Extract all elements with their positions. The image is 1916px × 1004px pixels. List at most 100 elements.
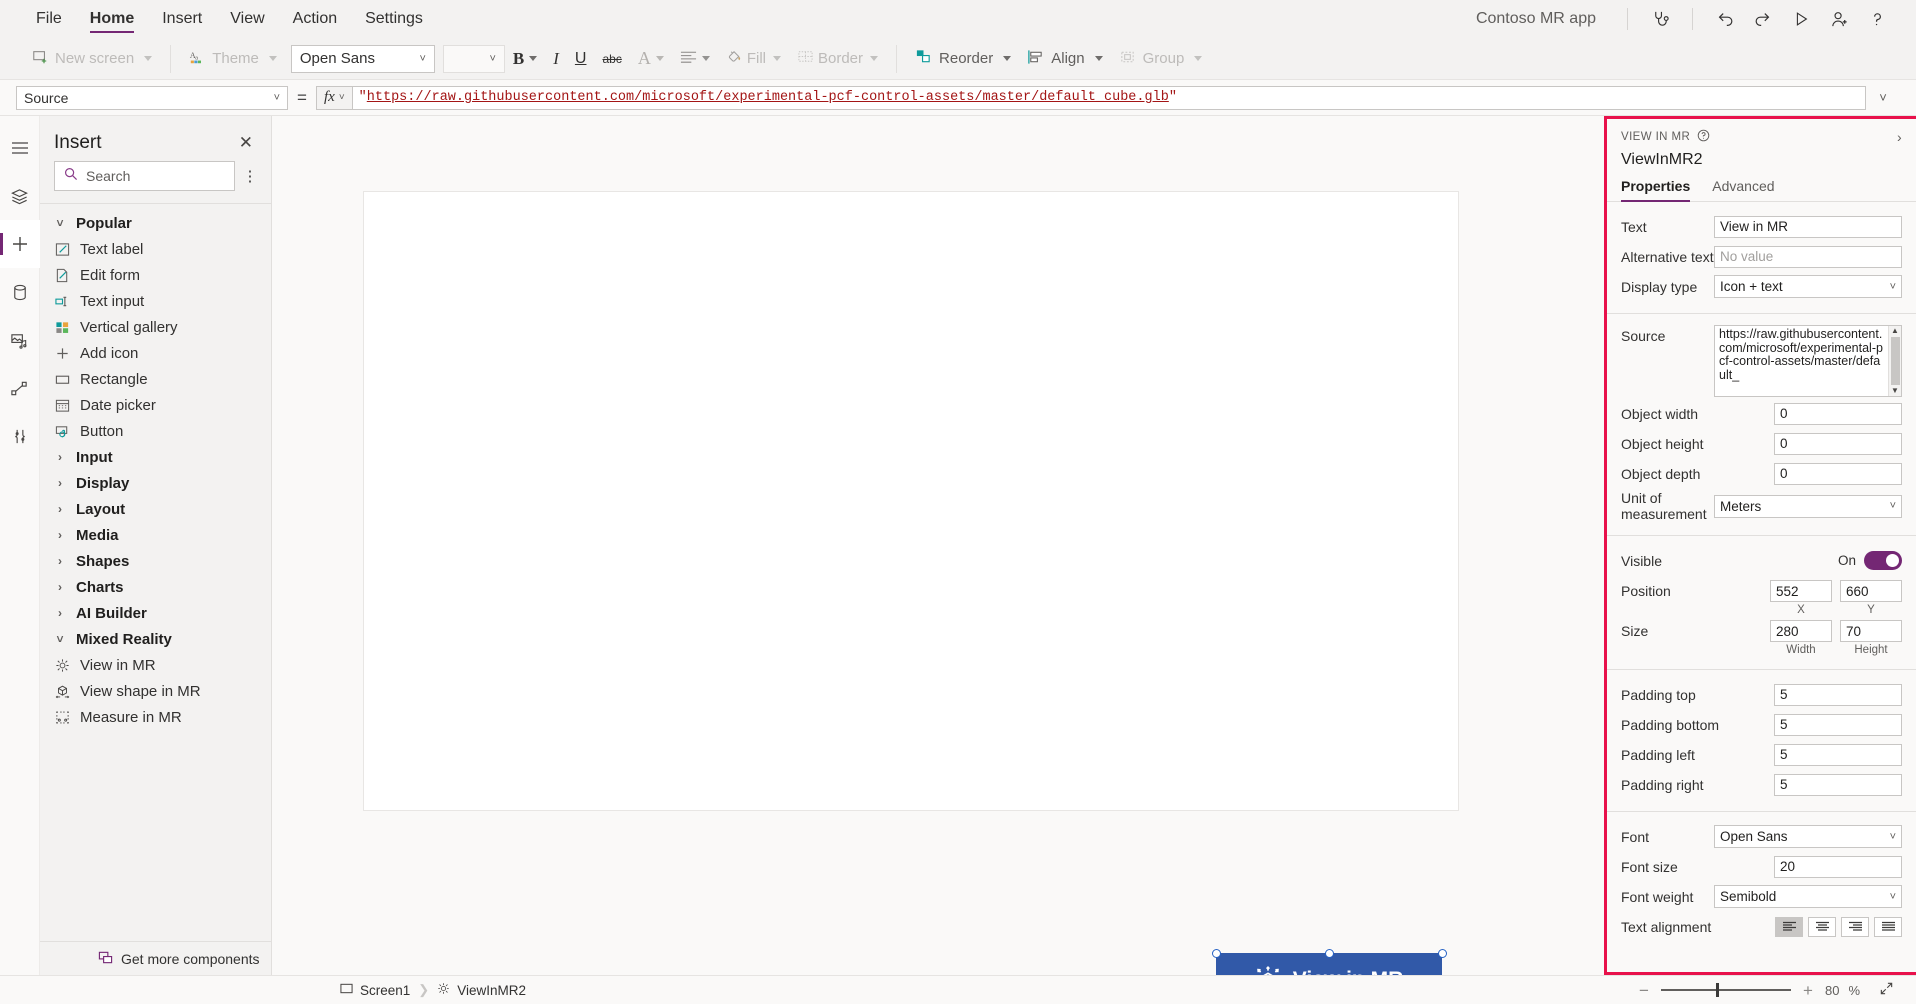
menu-item-insert[interactable]: Insert — [148, 0, 216, 38]
position-x-field[interactable]: 552 — [1770, 580, 1832, 602]
object-width-field[interactable]: 0 — [1774, 402, 1902, 425]
new-screen-button[interactable]: New screen — [24, 44, 160, 74]
power-automate-icon[interactable] — [0, 364, 40, 412]
insert-group-media[interactable]: › Media — [40, 522, 271, 548]
canvas-area[interactable]: View in MR — [272, 116, 1604, 975]
font-family-select[interactable]: Open Sans ˅ — [290, 44, 435, 73]
resize-handle-n[interactable] — [1325, 949, 1334, 958]
insert-group-ai-builder[interactable]: › AI Builder — [40, 600, 271, 626]
font-size-field[interactable]: 20 — [1774, 855, 1902, 878]
strikethrough-button[interactable]: abc — [594, 44, 629, 74]
insert-item-measure-in-mr[interactable]: Measure in MR — [40, 704, 271, 730]
text-align-button[interactable] — [672, 44, 718, 74]
zoom-out-button[interactable]: − — [1636, 982, 1652, 999]
get-more-components-button[interactable]: Get more components — [40, 941, 271, 975]
padding-right-field[interactable]: 5 — [1774, 773, 1902, 796]
source-textarea[interactable]: https://raw.githubusercontent.com/micros… — [1714, 325, 1902, 397]
zoom-in-button[interactable]: + — [1800, 982, 1816, 999]
insert-group-shapes[interactable]: › Shapes — [40, 548, 271, 574]
alternative-text-field[interactable]: No value — [1714, 245, 1902, 268]
font-select[interactable]: Open Sans ˅ — [1714, 825, 1902, 848]
more-options-icon[interactable]: ⋮ — [239, 169, 261, 184]
app-screen[interactable]: View in MR — [364, 192, 1458, 975]
insert-item-view-shape-in-mr[interactable]: View shape in MR — [40, 678, 271, 704]
share-icon[interactable] — [1820, 0, 1858, 38]
padding-top-field[interactable]: 5 — [1774, 683, 1902, 706]
insert-group-charts[interactable]: › Charts — [40, 574, 271, 600]
hamburger-icon[interactable] — [0, 124, 40, 172]
align-center-button[interactable] — [1808, 916, 1836, 937]
variables-icon[interactable] — [0, 412, 40, 460]
fill-button[interactable]: Fill — [718, 44, 789, 74]
menu-item-view[interactable]: View — [216, 0, 278, 38]
padding-bottom-field[interactable]: 5 — [1774, 713, 1902, 736]
resize-handle-ne[interactable] — [1438, 949, 1447, 958]
scroll-down-icon[interactable]: ▼ — [1891, 387, 1899, 395]
data-icon[interactable] — [0, 268, 40, 316]
menu-item-action[interactable]: Action — [279, 0, 351, 38]
insert-group-popular[interactable]: ˅ Popular — [40, 210, 271, 236]
formula-input[interactable]: " https://raw.githubusercontent.com/micro… — [351, 85, 1866, 110]
insert-group-mixed-reality[interactable]: ˅ Mixed Reality — [40, 626, 271, 652]
display-type-select[interactable]: Icon + text ˅ — [1714, 275, 1902, 298]
sidebar-item-insert[interactable] — [0, 220, 40, 268]
media-icon[interactable] — [0, 316, 40, 364]
property-select[interactable]: Source ˅ — [16, 85, 288, 110]
insert-group-display[interactable]: › Display — [40, 470, 271, 496]
play-icon[interactable] — [1782, 0, 1820, 38]
visible-toggle[interactable] — [1864, 551, 1902, 570]
insert-item-rectangle[interactable]: Rectangle — [40, 366, 271, 392]
font-color-button[interactable]: A — [630, 44, 672, 74]
border-button[interactable]: Border — [789, 44, 886, 74]
align-right-button[interactable] — [1841, 916, 1869, 937]
formula-expand-icon[interactable]: ˅ — [1866, 90, 1900, 105]
tab-advanced[interactable]: Advanced — [1712, 178, 1774, 201]
padding-left-field[interactable]: 5 — [1774, 743, 1902, 766]
insert-item-edit-form[interactable]: Edit form — [40, 262, 271, 288]
tab-properties[interactable]: Properties — [1621, 178, 1691, 202]
insert-item-text-label[interactable]: Text label — [40, 236, 271, 262]
align-button[interactable]: Align — [1019, 44, 1110, 74]
menu-item-home[interactable]: Home — [76, 0, 148, 38]
scrollbar-thumb[interactable] — [1890, 337, 1900, 385]
menu-item-file[interactable]: File — [22, 0, 76, 38]
help-icon[interactable] — [1858, 0, 1896, 38]
menu-item-settings[interactable]: Settings — [351, 0, 437, 38]
fx-button[interactable]: fx ˅ — [316, 85, 352, 110]
unit-of-measurement-select[interactable]: Meters ˅ — [1714, 494, 1902, 518]
insert-item-date-picker[interactable]: Date picker — [40, 392, 271, 418]
insert-item-add-icon[interactable]: Add icon — [40, 340, 271, 366]
insert-item-view-in-mr[interactable]: View in MR — [40, 652, 271, 678]
insert-item-text-input[interactable]: Text input — [40, 288, 271, 314]
size-height-field[interactable]: 70 — [1840, 620, 1902, 642]
close-icon[interactable]: ✕ — [233, 130, 259, 155]
align-justify-button[interactable] — [1874, 916, 1902, 937]
bold-button[interactable]: B — [505, 44, 545, 74]
redo-icon[interactable] — [1744, 0, 1782, 38]
help-circle-icon[interactable] — [1697, 129, 1710, 145]
source-scrollbar[interactable]: ▲ ▼ — [1888, 326, 1901, 396]
zoom-slider[interactable] — [1660, 983, 1791, 997]
reorder-button[interactable]: Reorder — [907, 44, 1019, 74]
text-field[interactable]: View in MR — [1714, 215, 1902, 238]
font-size-select[interactable]: ˅ — [442, 44, 505, 73]
position-y-field[interactable]: 660 — [1840, 580, 1902, 602]
tree-view-icon[interactable] — [0, 172, 40, 220]
object-depth-field[interactable]: 0 — [1774, 462, 1902, 485]
zoom-slider-thumb[interactable] — [1715, 983, 1719, 997]
size-width-field[interactable]: 280 — [1770, 620, 1832, 642]
search-input[interactable]: Search — [54, 161, 235, 191]
fit-screen-icon[interactable] — [1879, 981, 1894, 1000]
breadcrumb-control[interactable]: ViewInMR2 — [437, 982, 526, 998]
app-checker-icon[interactable] — [1641, 0, 1679, 38]
italic-button[interactable]: I — [545, 44, 567, 74]
font-weight-select[interactable]: Semibold ˅ — [1714, 885, 1902, 908]
undo-icon[interactable] — [1706, 0, 1744, 38]
object-height-field[interactable]: 0 — [1774, 432, 1902, 455]
theme-button[interactable]: A a Theme — [181, 44, 285, 74]
underline-button[interactable]: U — [567, 44, 595, 74]
insert-group-input[interactable]: › Input — [40, 444, 271, 470]
breadcrumb-screen[interactable]: Screen1 — [340, 982, 410, 998]
group-button[interactable]: Group — [1111, 44, 1211, 74]
scroll-up-icon[interactable]: ▲ — [1891, 327, 1899, 335]
